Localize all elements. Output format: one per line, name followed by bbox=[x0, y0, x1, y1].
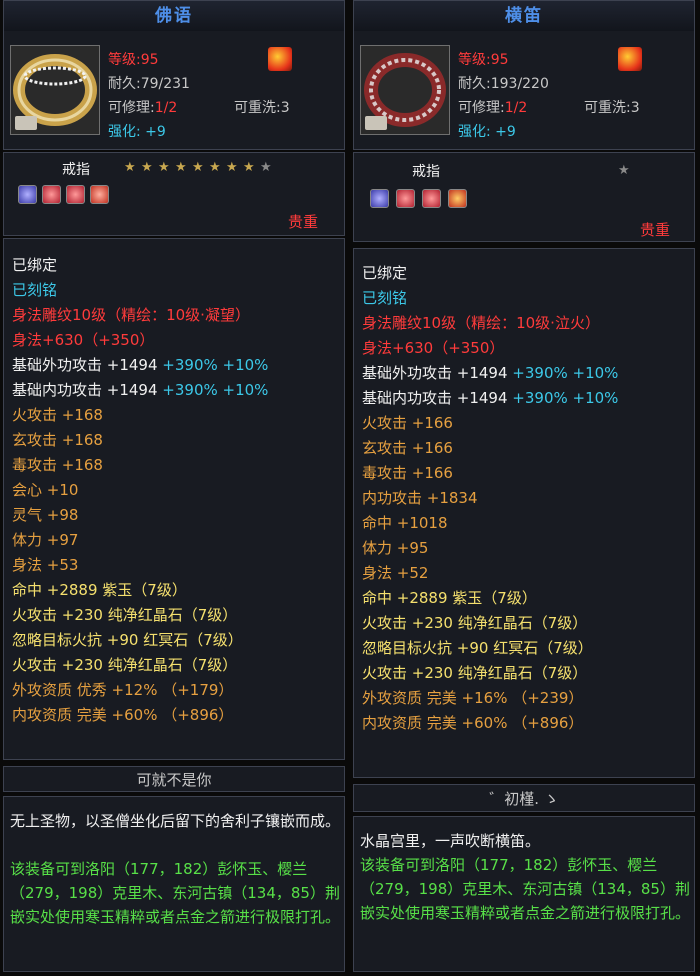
stat-line: 玄攻击 +166 bbox=[362, 439, 453, 457]
gem-stat-line: 火攻击 +230 纯净红晶石（7级） bbox=[12, 656, 238, 674]
stat-line: 身法 +52 bbox=[362, 564, 429, 582]
star-filled-icon: ★ bbox=[124, 160, 136, 175]
star-filled-icon: ★ bbox=[209, 160, 221, 175]
item-type-panel: 戒指 ★ 贵重 bbox=[353, 152, 695, 242]
stat-line: 毒攻击 +168 bbox=[12, 456, 103, 474]
red-gem-icon bbox=[42, 185, 61, 204]
stat-line: 灵气 +98 bbox=[12, 506, 79, 524]
lock-icon bbox=[365, 116, 387, 130]
carved-line: 身法雕纹10级（精绘：10级·泣火） bbox=[362, 314, 600, 332]
attributes-panel: 已绑定 已刻铭 身法雕纹10级（精绘：10级·凝望） 身法+630（+350） … bbox=[3, 238, 345, 760]
aptitude-line: 外攻资质 优秀 +12% （+179） bbox=[12, 681, 234, 699]
engraved-status: 已刻铭 bbox=[362, 289, 408, 307]
stat-line: 体力 +95 bbox=[362, 539, 429, 557]
blue-gem-icon bbox=[370, 189, 389, 208]
carved-bonus: 身法+630（+350） bbox=[362, 339, 505, 357]
item-card-left: 佛语 等级:95 耐久:79/231 可修理:1/2 可重洗:3 强化: +9 … bbox=[3, 0, 345, 976]
gem-stat-line: 火攻击 +230 纯净红晶石（7级） bbox=[12, 606, 238, 624]
star-filled-icon: ★ bbox=[141, 160, 153, 175]
stat-line: 体力 +97 bbox=[12, 531, 79, 549]
description-text: 水晶宫里，一声吹断横笛。 bbox=[360, 832, 541, 850]
blue-gem-icon bbox=[18, 185, 37, 204]
fire-element-icon bbox=[618, 47, 642, 71]
ring-icon[interactable] bbox=[10, 45, 100, 135]
gem-stat-line: 忽略目标火抗 +90 红冥石（7级） bbox=[362, 639, 593, 657]
rarity-label: 贵重 bbox=[640, 221, 671, 239]
stat-line: 内功攻击 +1834 bbox=[362, 489, 478, 507]
item-enhance: 强化: +9 bbox=[108, 124, 166, 140]
rarity-label: 贵重 bbox=[288, 213, 319, 231]
attributes-panel: 已绑定 已刻铭 身法雕纹10级（精绘：10级·泣火） 身法+630（+350） … bbox=[353, 248, 695, 778]
item-title: 佛语 bbox=[4, 1, 344, 31]
red-gem-icon bbox=[448, 189, 467, 208]
description-text: 无上圣物，以圣僧坐化后留下的舍利子镶嵌而成。 bbox=[10, 812, 341, 830]
stat-line: 会心 +10 bbox=[12, 481, 79, 499]
item-repair: 可修理:1/2 bbox=[458, 100, 528, 116]
aptitude-line: 内攻资质 完美 +60% （+896） bbox=[362, 714, 584, 732]
stat-line: 基础内功攻击 +1494 +390% +10% bbox=[362, 389, 619, 407]
signature: 可就不是你 bbox=[3, 766, 345, 792]
carved-bonus: 身法+630（+350） bbox=[12, 331, 155, 349]
signature: ゛初槿. ゝ bbox=[353, 784, 695, 812]
socket-info: 该装备可到洛阳（177，182）彭怀玉、樱兰（279，198）克里木、东河古镇（… bbox=[360, 856, 691, 922]
stat-line: 基础外功攻击 +1494 +390% +10% bbox=[362, 364, 619, 382]
stat-line: 身法 +53 bbox=[12, 556, 79, 574]
fire-element-icon bbox=[268, 47, 292, 71]
gem-stat-line: 忽略目标火抗 +90 红冥石（7级） bbox=[12, 631, 243, 649]
item-level: 等级:95 bbox=[458, 52, 509, 68]
item-durability: 耐久:193/220 bbox=[458, 76, 549, 92]
bound-status: 已绑定 bbox=[362, 264, 408, 282]
aptitude-line: 外攻资质 完美 +16% （+239） bbox=[362, 689, 584, 707]
star-empty-icon: ★ bbox=[260, 160, 272, 175]
lock-icon bbox=[15, 116, 37, 130]
gem-stat-line: 命中 +2889 紫玉（7级） bbox=[12, 581, 187, 599]
socket-info: 该装备可到洛阳（177，182）彭怀玉、樱兰（279，198）克里木、东河古镇（… bbox=[10, 860, 341, 926]
item-type-panel: 戒指 ★ ★ ★ ★ ★ ★ ★ ★ ★ 贵重 bbox=[3, 152, 345, 236]
star-filled-icon: ★ bbox=[192, 160, 204, 175]
item-enhance: 强化: +9 bbox=[458, 124, 516, 140]
ring-icon[interactable] bbox=[360, 45, 450, 135]
stat-line: 基础内功攻击 +1494 +390% +10% bbox=[12, 381, 269, 399]
star-filled-icon: ★ bbox=[175, 160, 187, 175]
item-header-panel: 横笛 等级:95 耐久:193/220 可修理:1/2 可重洗:3 强化: +9 bbox=[353, 0, 695, 150]
gem-stat-line: 火攻击 +230 纯净红晶石（7级） bbox=[362, 664, 588, 682]
item-card-right: 横笛 等级:95 耐久:193/220 可修理:1/2 可重洗:3 强化: +9… bbox=[353, 0, 695, 976]
item-type: 戒指 bbox=[412, 164, 440, 180]
aptitude-line: 内攻资质 完美 +60% （+896） bbox=[12, 706, 234, 724]
star-filled-icon: ★ bbox=[243, 160, 255, 175]
item-level: 等级:95 bbox=[108, 52, 159, 68]
item-title: 横笛 bbox=[354, 1, 694, 31]
item-repair: 可修理:1/2 bbox=[108, 100, 178, 116]
red-gem-icon bbox=[66, 185, 85, 204]
red-gem-icon bbox=[90, 185, 109, 204]
item-type: 戒指 bbox=[62, 162, 90, 178]
item-rewash: 可重洗:3 bbox=[234, 100, 290, 116]
star-filled-icon: ★ bbox=[226, 160, 238, 175]
bound-status: 已绑定 bbox=[12, 256, 58, 274]
gem-stat-line: 命中 +2889 紫玉（7级） bbox=[362, 589, 537, 607]
description-panel: 无上圣物，以圣僧坐化后留下的舍利子镶嵌而成。 该装备可到洛阳（177，182）彭… bbox=[3, 796, 345, 972]
item-header-panel: 佛语 等级:95 耐久:79/231 可修理:1/2 可重洗:3 强化: +9 bbox=[3, 0, 345, 150]
star-filled-icon: ★ bbox=[158, 160, 170, 175]
stat-line: 命中 +1018 bbox=[362, 514, 448, 532]
engraved-status: 已刻铭 bbox=[12, 281, 58, 299]
red-gem-icon bbox=[396, 189, 415, 208]
item-durability: 耐久:79/231 bbox=[108, 76, 190, 92]
red-gem-icon bbox=[422, 189, 441, 208]
stat-line: 玄攻击 +168 bbox=[12, 431, 103, 449]
item-rewash: 可重洗:3 bbox=[584, 100, 640, 116]
stat-line: 火攻击 +168 bbox=[12, 406, 103, 424]
description-panel: 水晶宫里，一声吹断横笛。 该装备可到洛阳（177，182）彭怀玉、樱兰（279，… bbox=[353, 816, 695, 972]
carved-line: 身法雕纹10级（精绘：10级·凝望） bbox=[12, 306, 250, 324]
stat-line: 基础外功攻击 +1494 +390% +10% bbox=[12, 356, 269, 374]
gem-stat-line: 火攻击 +230 纯净红晶石（7级） bbox=[362, 614, 588, 632]
star-empty-icon: ★ bbox=[618, 163, 630, 178]
stat-line: 火攻击 +166 bbox=[362, 414, 453, 432]
stat-line: 毒攻击 +166 bbox=[362, 464, 453, 482]
